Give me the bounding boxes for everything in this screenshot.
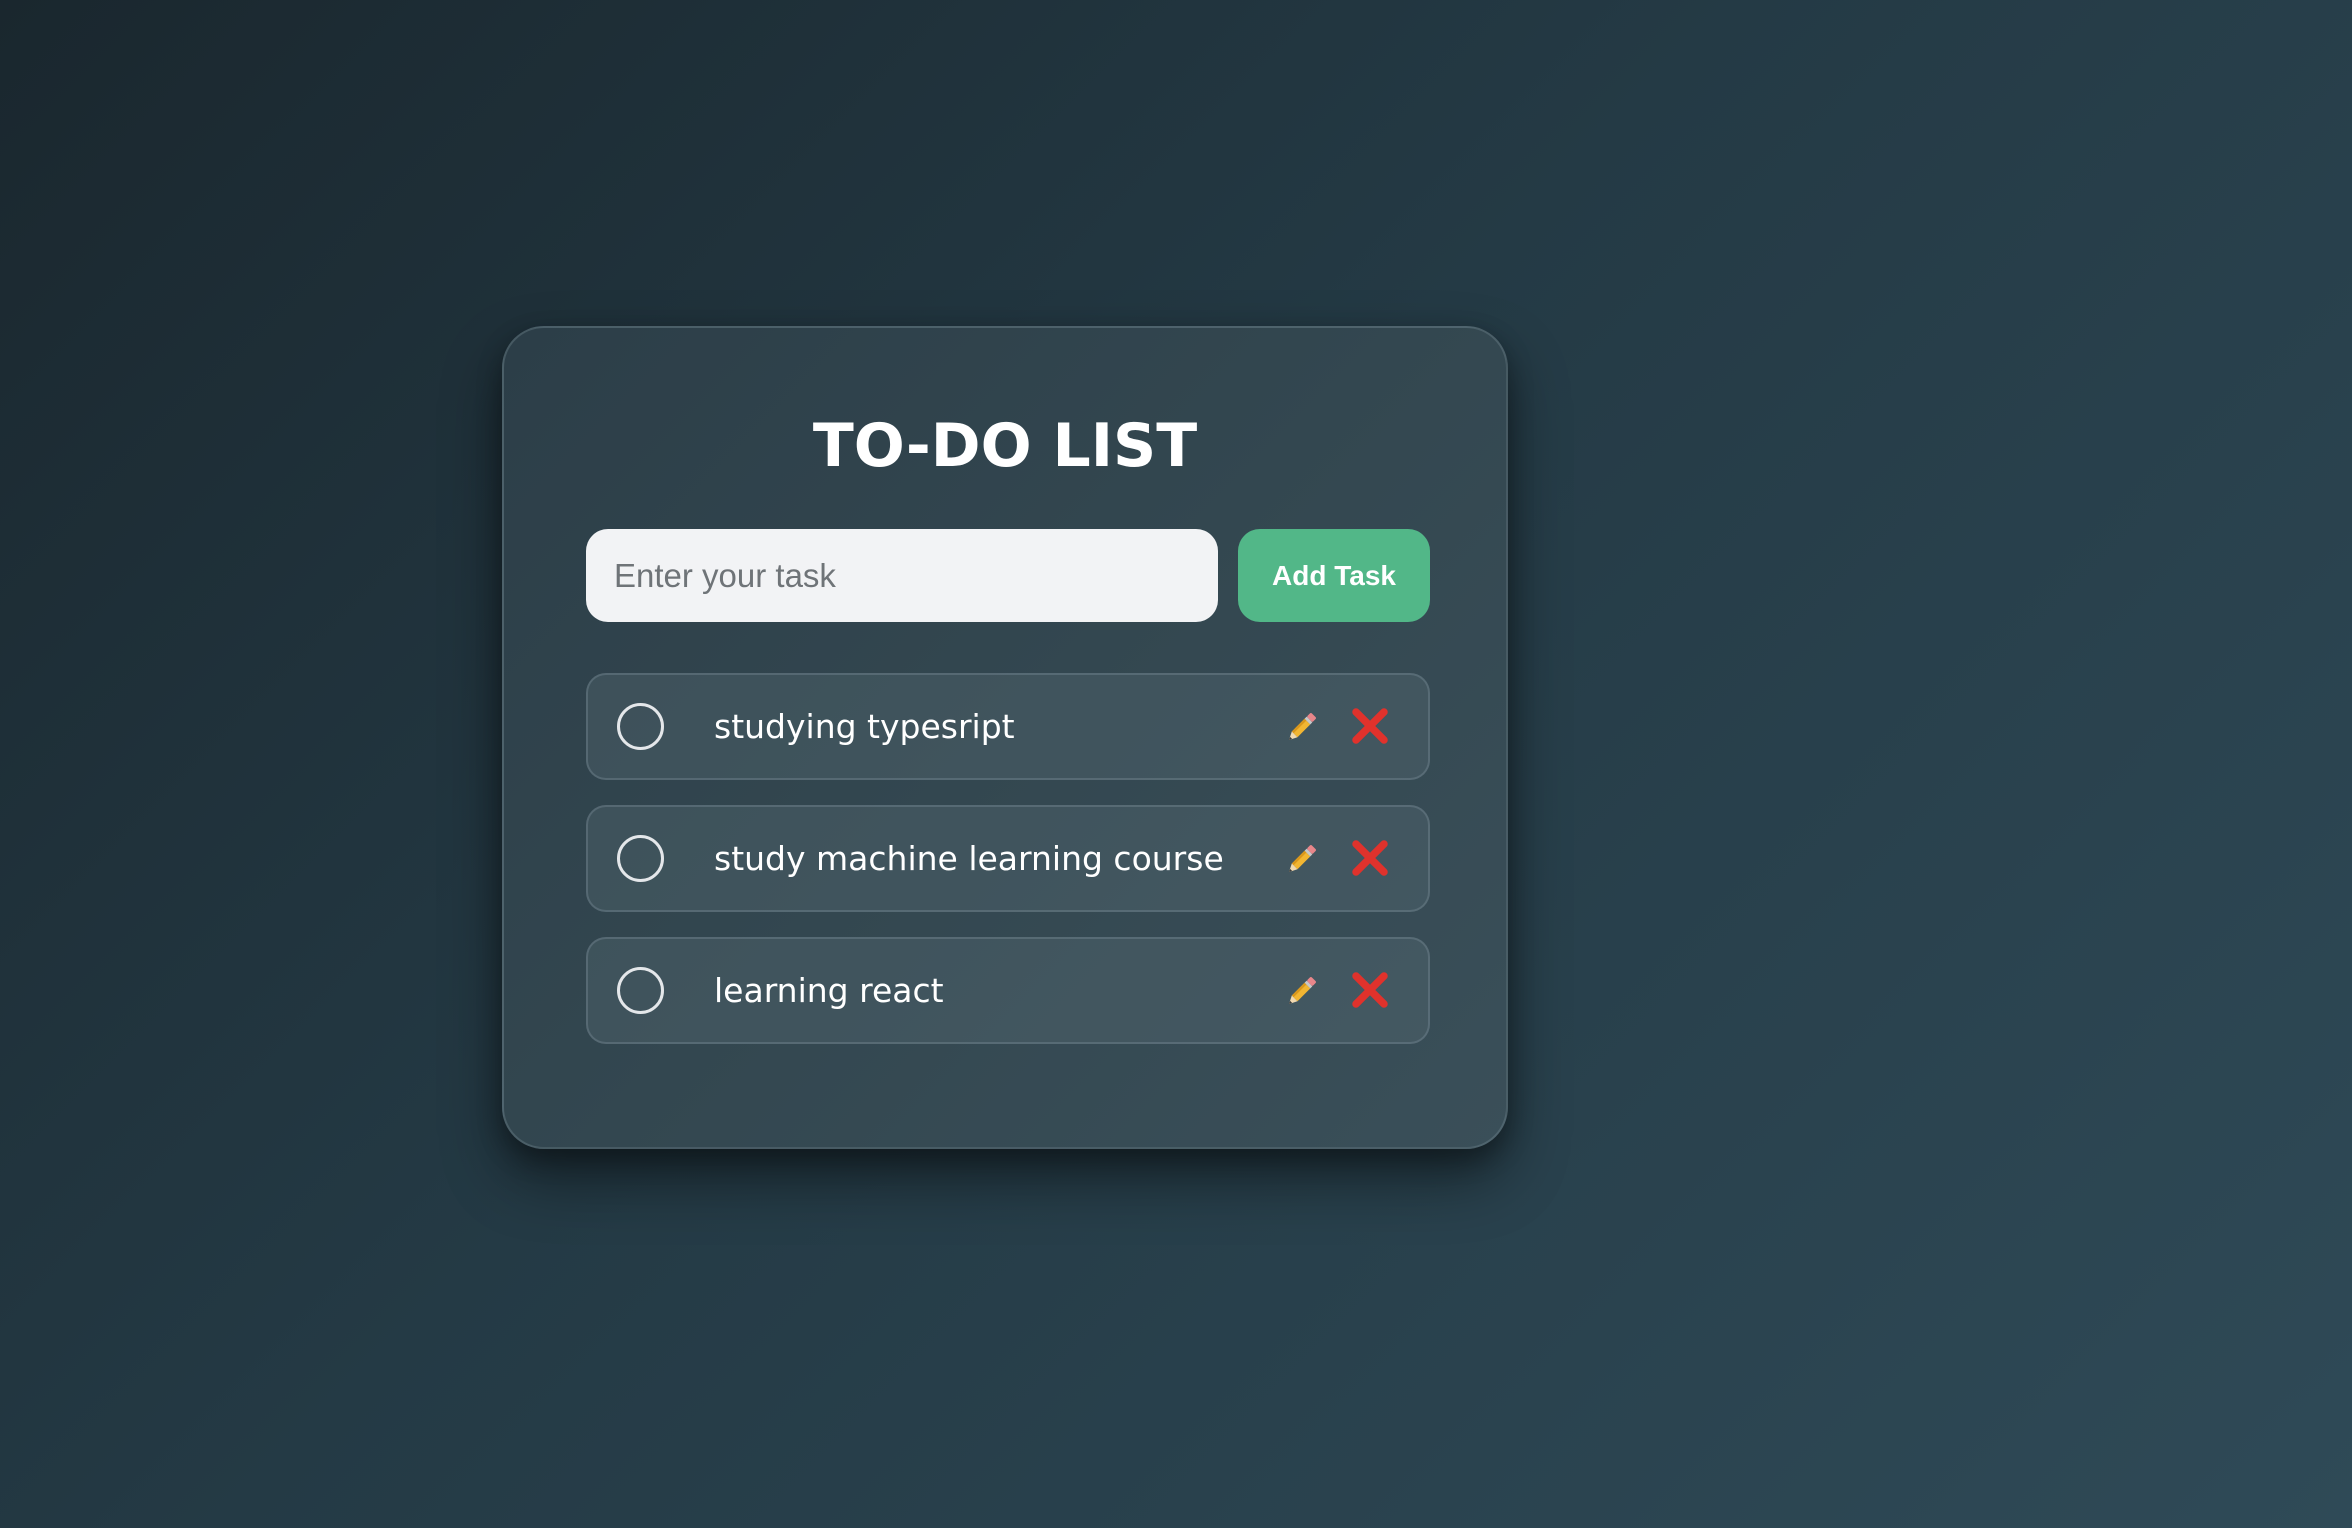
pencil-icon[interactable]: [1281, 972, 1321, 1012]
task-input[interactable]: [586, 529, 1218, 622]
cross-mark-icon[interactable]: [1350, 706, 1390, 746]
todo-card: TO-DO LIST Add Task studying typesript: [502, 326, 1508, 1149]
task-list: studying typesript study machine learnin…: [586, 673, 1430, 1069]
task-text: studying typesript: [714, 707, 1015, 746]
cross-mark-icon[interactable]: [1350, 838, 1390, 878]
task-text: learning react: [714, 971, 944, 1010]
task-item: studying typesript: [586, 673, 1430, 780]
task-text: study machine learning course: [714, 839, 1224, 878]
complete-checkbox[interactable]: [617, 703, 664, 750]
task-item: study machine learning course: [586, 805, 1430, 912]
page-title: TO-DO LIST: [812, 411, 1198, 481]
cross-mark-icon[interactable]: [1350, 970, 1390, 1010]
pencil-icon[interactable]: [1281, 708, 1321, 748]
pencil-icon[interactable]: [1281, 840, 1321, 880]
complete-checkbox[interactable]: [617, 835, 664, 882]
add-task-button[interactable]: Add Task: [1238, 529, 1430, 622]
task-item: learning react: [586, 937, 1430, 1044]
complete-checkbox[interactable]: [617, 967, 664, 1014]
